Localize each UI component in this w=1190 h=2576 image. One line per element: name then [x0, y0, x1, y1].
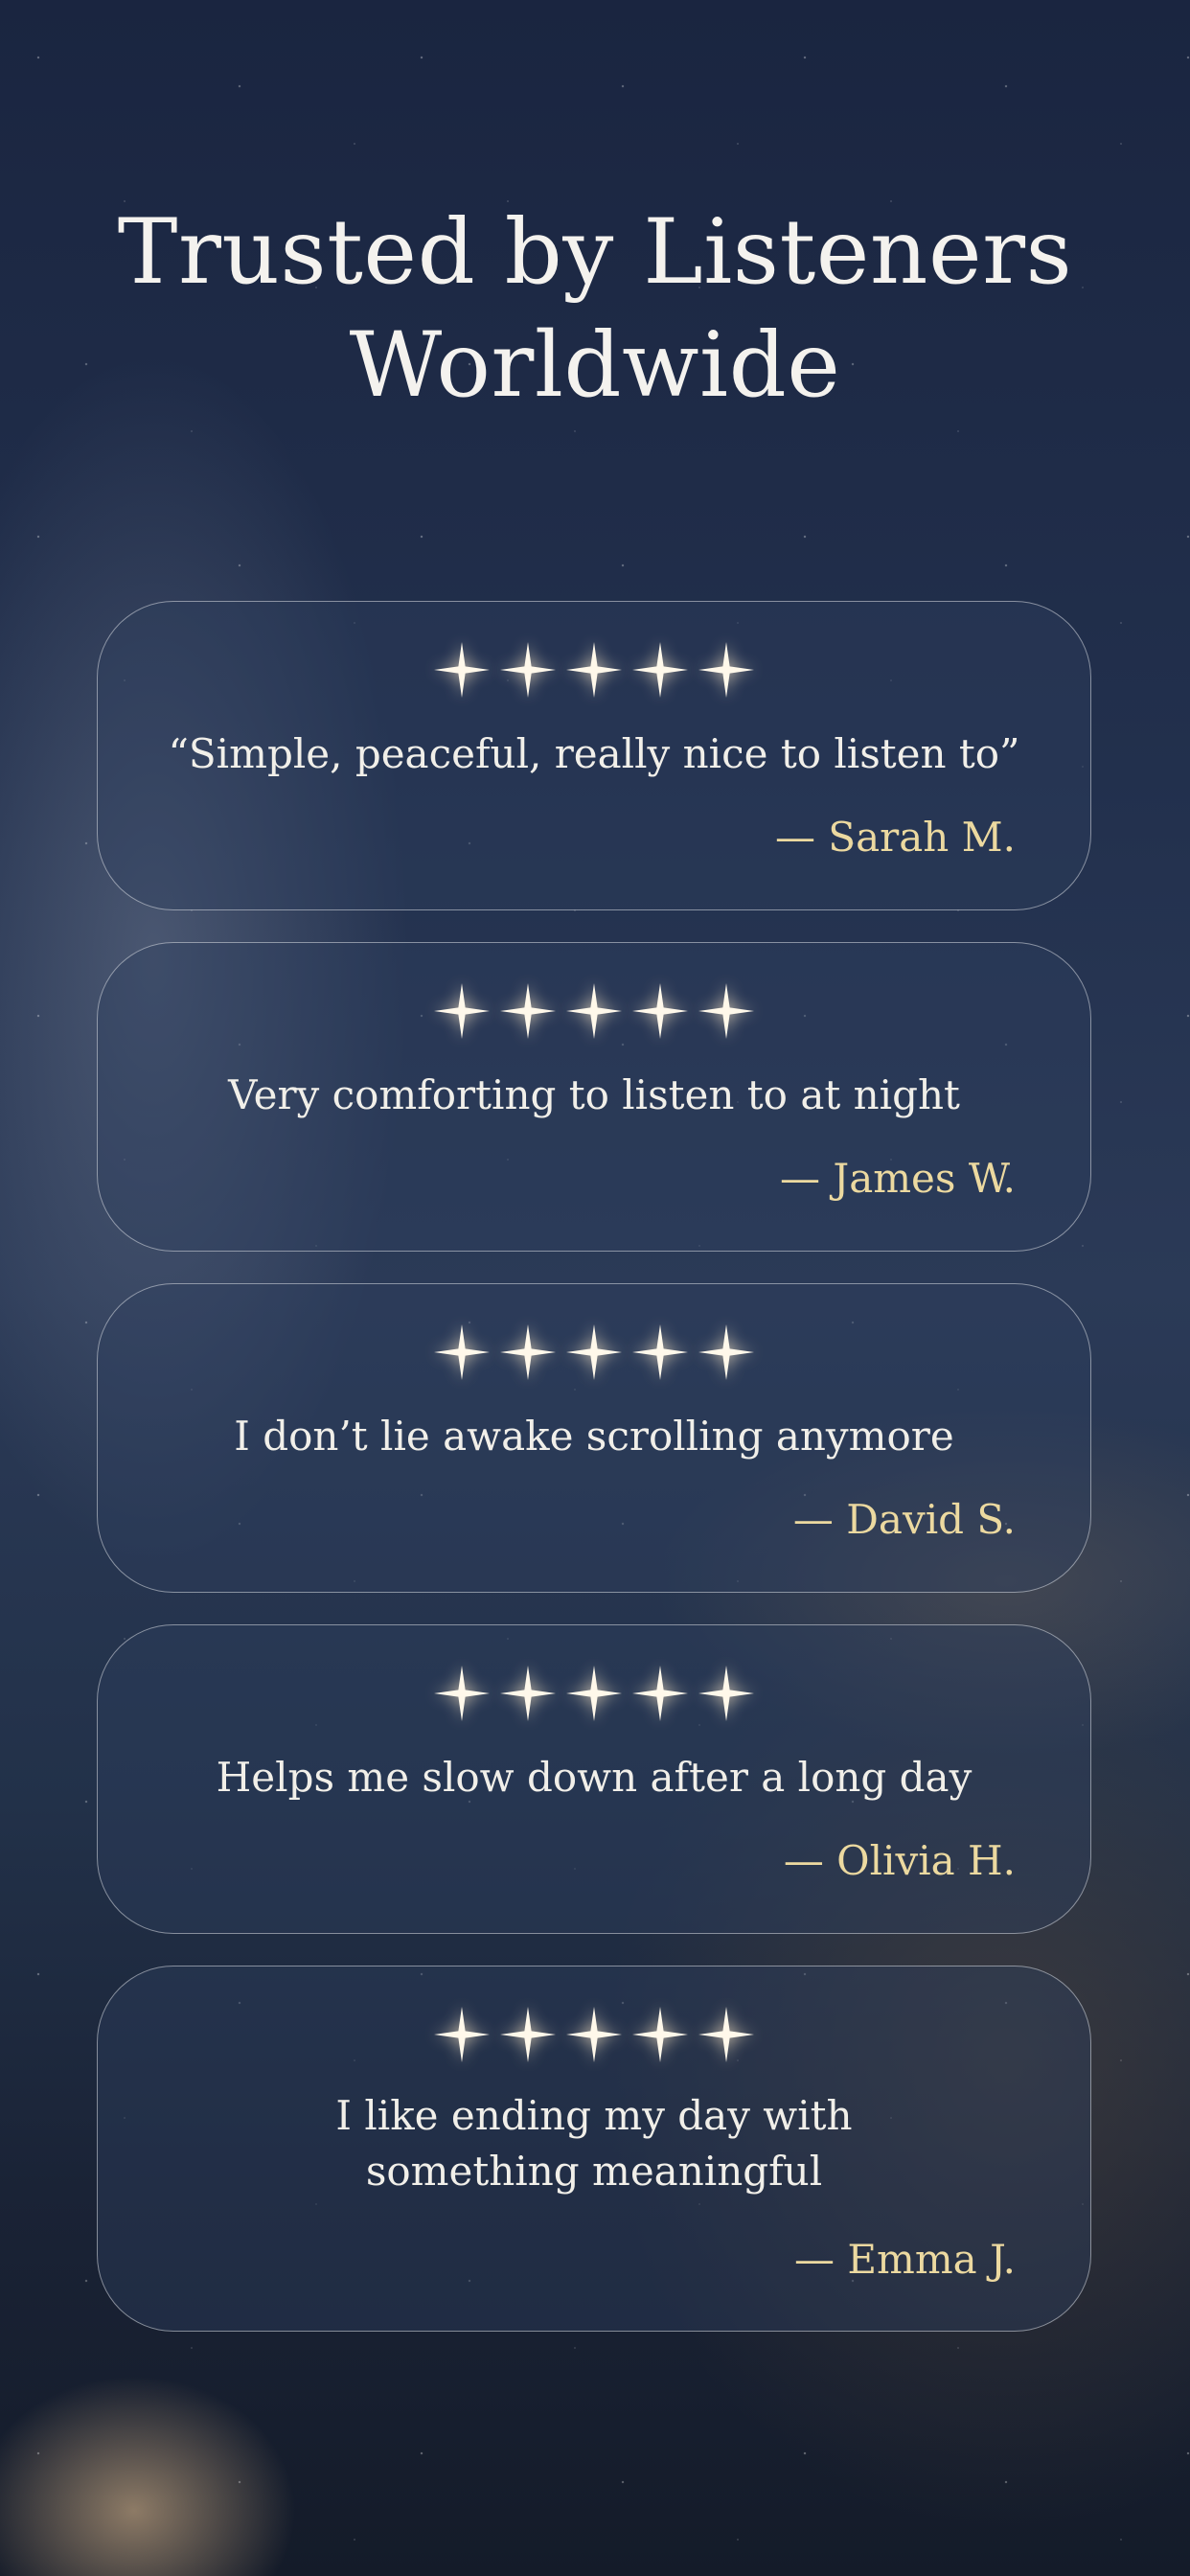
review-quote: Very comforting to listen to at night — [228, 1071, 960, 1118]
sparkle-star-icon — [434, 642, 490, 698]
review-quote: I don’t lie awake scrolling anymore — [234, 1413, 954, 1460]
star-rating — [98, 642, 1090, 698]
sparkle-star-icon — [632, 983, 688, 1039]
sparkle-star-icon — [500, 1324, 556, 1380]
sparkle-star-icon — [566, 983, 622, 1039]
star-rating — [98, 983, 1090, 1039]
sparkle-star-icon — [698, 2007, 754, 2062]
sparkle-star-icon — [698, 983, 754, 1039]
sparkle-star-icon — [566, 1324, 622, 1380]
star-rating — [98, 1324, 1090, 1380]
page-title-line1: Trusted by Listeners — [117, 200, 1073, 305]
sparkle-star-icon — [632, 2007, 688, 2062]
sparkle-star-icon — [500, 2007, 556, 2062]
review-author: — Olivia H. — [783, 1837, 1016, 1884]
sparkle-star-icon — [632, 1666, 688, 1721]
review-quote: “Simple, peaceful, really nice to listen… — [168, 730, 1020, 777]
review-card: Helps me slow down after a long day — Ol… — [97, 1624, 1091, 1934]
review-card: Very comforting to listen to at night — … — [97, 942, 1091, 1252]
review-quote: I like ending my day with something mean… — [335, 2092, 853, 2195]
sparkle-star-icon — [434, 1324, 490, 1380]
sparkle-star-icon — [566, 2007, 622, 2062]
sparkle-star-icon — [698, 1666, 754, 1721]
sparkle-star-icon — [632, 1324, 688, 1380]
review-author: — Emma J. — [794, 2236, 1016, 2283]
sparkle-star-icon — [434, 2007, 490, 2062]
review-card: I like ending my day with something mean… — [97, 1966, 1091, 2332]
star-rating — [98, 2007, 1090, 2062]
sparkle-star-icon — [434, 983, 490, 1039]
sparkle-star-icon — [500, 1666, 556, 1721]
sparkle-star-icon — [566, 1666, 622, 1721]
page-title-line2: Worldwide — [349, 313, 841, 418]
sparkle-star-icon — [434, 1666, 490, 1721]
review-quote: Helps me slow down after a long day — [216, 1754, 973, 1801]
star-rating — [98, 1666, 1090, 1721]
review-author: — James W. — [780, 1155, 1016, 1202]
review-card: “Simple, peaceful, really nice to listen… — [97, 601, 1091, 910]
review-author: — David S. — [792, 1496, 1016, 1543]
sparkle-star-icon — [500, 983, 556, 1039]
review-author: — Sarah M. — [774, 814, 1016, 861]
sparkle-star-icon — [632, 642, 688, 698]
page-title: Trusted by Listeners Worldwide — [0, 196, 1190, 423]
sparkle-star-icon — [698, 1324, 754, 1380]
review-card: I don’t lie awake scrolling anymore — Da… — [97, 1283, 1091, 1593]
sparkle-star-icon — [566, 642, 622, 698]
sparkle-star-icon — [500, 642, 556, 698]
sparkle-star-icon — [698, 642, 754, 698]
